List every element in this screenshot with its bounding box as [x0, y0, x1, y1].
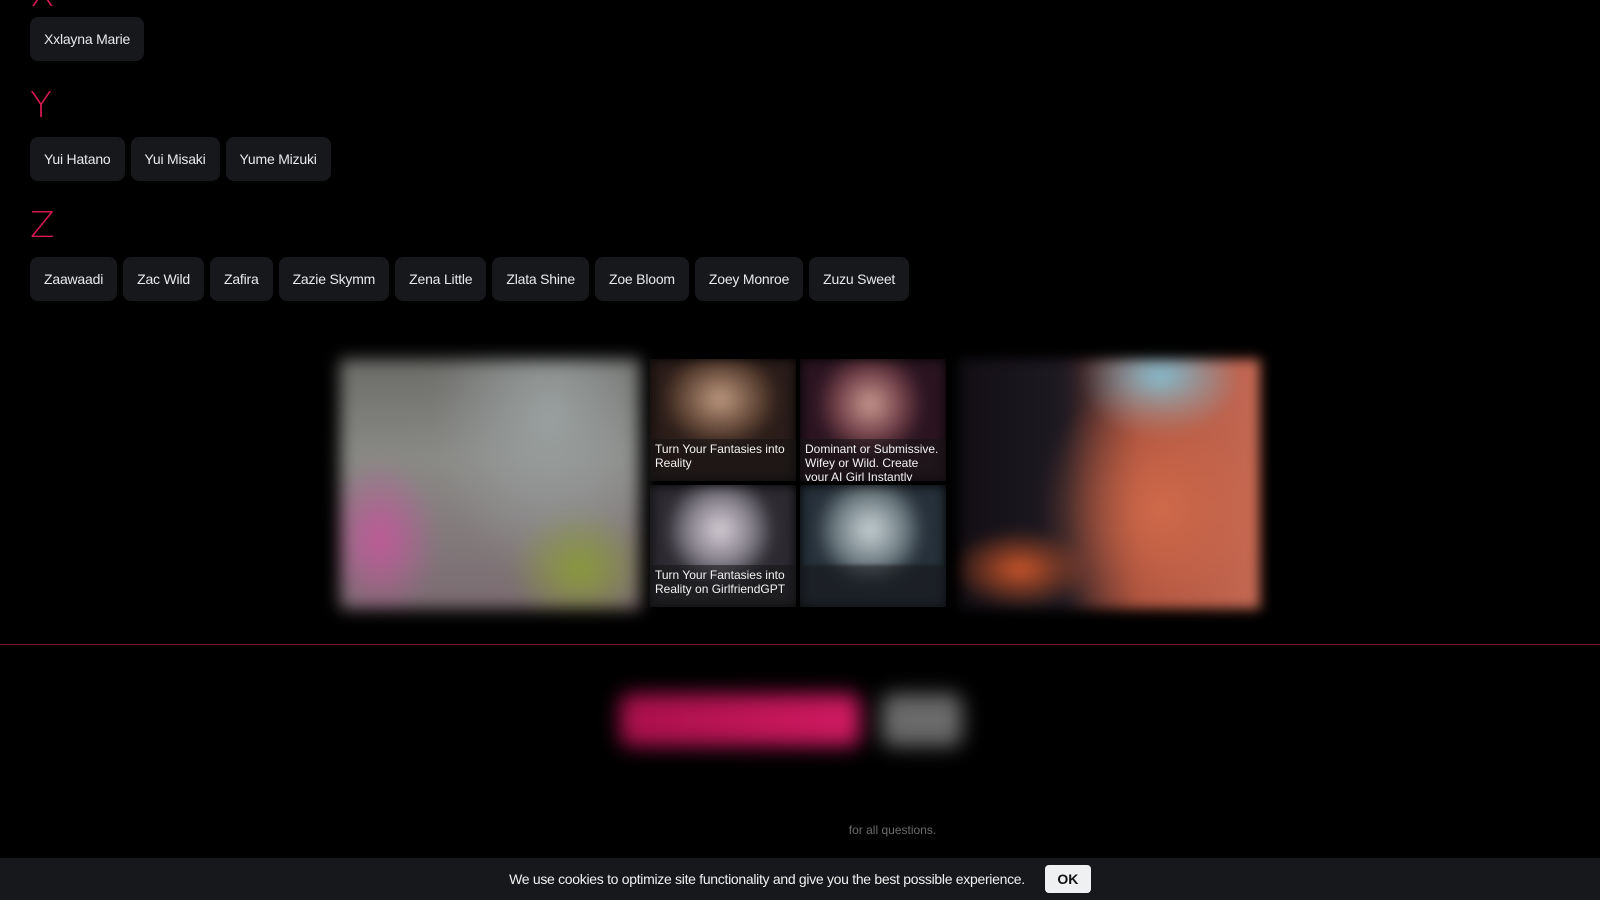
promo-tile-caption: Turn Your Fantasies into Reality [650, 439, 796, 481]
cookie-bar: We use cookies to optimize site function… [0, 858, 1600, 900]
model-chip[interactable]: Zazie Skymm [278, 257, 390, 301]
model-chip[interactable]: Zuzu Sweet [809, 257, 910, 301]
footer-button-group [620, 690, 980, 750]
promo-tile-grid: Turn Your Fantasies into Reality Dominan… [650, 359, 946, 607]
page: X Xxlayna Marie Y Yui Hatano Yui Misaki … [0, 0, 1600, 900]
cookie-ok-button[interactable]: OK [1044, 865, 1091, 893]
promo-banner-left[interactable] [340, 359, 640, 609]
promo-tile-caption: Dominant or Submissive. Wifey or Wild. C… [800, 439, 946, 481]
model-chip[interactable]: Yui Hatano [30, 137, 125, 181]
chip-row-y: Yui Hatano Yui Misaki Yume Mizuki [30, 137, 331, 181]
footer-secondary-button[interactable] [882, 694, 962, 746]
section-letter-x: X [30, 0, 55, 15]
promo-tile[interactable]: Turn Your Fantasies into Reality on Girl… [650, 485, 796, 607]
promo-tile-caption: Turn Your Fantasies into Reality on Girl… [650, 565, 796, 607]
footer-primary-button[interactable] [620, 694, 860, 746]
section-letter-z: Z [30, 205, 55, 246]
model-chip[interactable]: Zena Little [395, 257, 487, 301]
model-chip[interactable]: Zoey Monroe [694, 257, 804, 301]
footer-divider [0, 644, 1600, 645]
chip-row-x: Xxlayna Marie [30, 17, 145, 61]
model-chip[interactable]: Zoe Bloom [594, 257, 689, 301]
model-chip[interactable]: Zlata Shine [492, 257, 589, 301]
promo-tile[interactable]: Dominant or Submissive. Wifey or Wild. C… [800, 359, 946, 481]
cookie-message: We use cookies to optimize site function… [509, 871, 1025, 887]
promo-banner-right[interactable] [960, 359, 1260, 609]
promo-tile[interactable] [800, 485, 946, 607]
model-chip[interactable]: Xxlayna Marie [30, 17, 145, 61]
model-chip[interactable]: Yume Mizuki [225, 137, 331, 181]
model-chip[interactable]: Yui Misaki [130, 137, 220, 181]
model-chip[interactable]: Zafira [209, 257, 273, 301]
promo-tile[interactable]: Turn Your Fantasies into Reality [650, 359, 796, 481]
model-chip[interactable]: Zaawaadi [30, 257, 118, 301]
footer-note: for all questions. [848, 823, 937, 837]
chip-row-z: Zaawaadi Zac Wild Zafira Zazie Skymm Zen… [30, 257, 910, 301]
section-letter-y: Y [30, 85, 52, 126]
model-chip[interactable]: Zac Wild [123, 257, 204, 301]
promo-tile-caption [800, 565, 946, 607]
